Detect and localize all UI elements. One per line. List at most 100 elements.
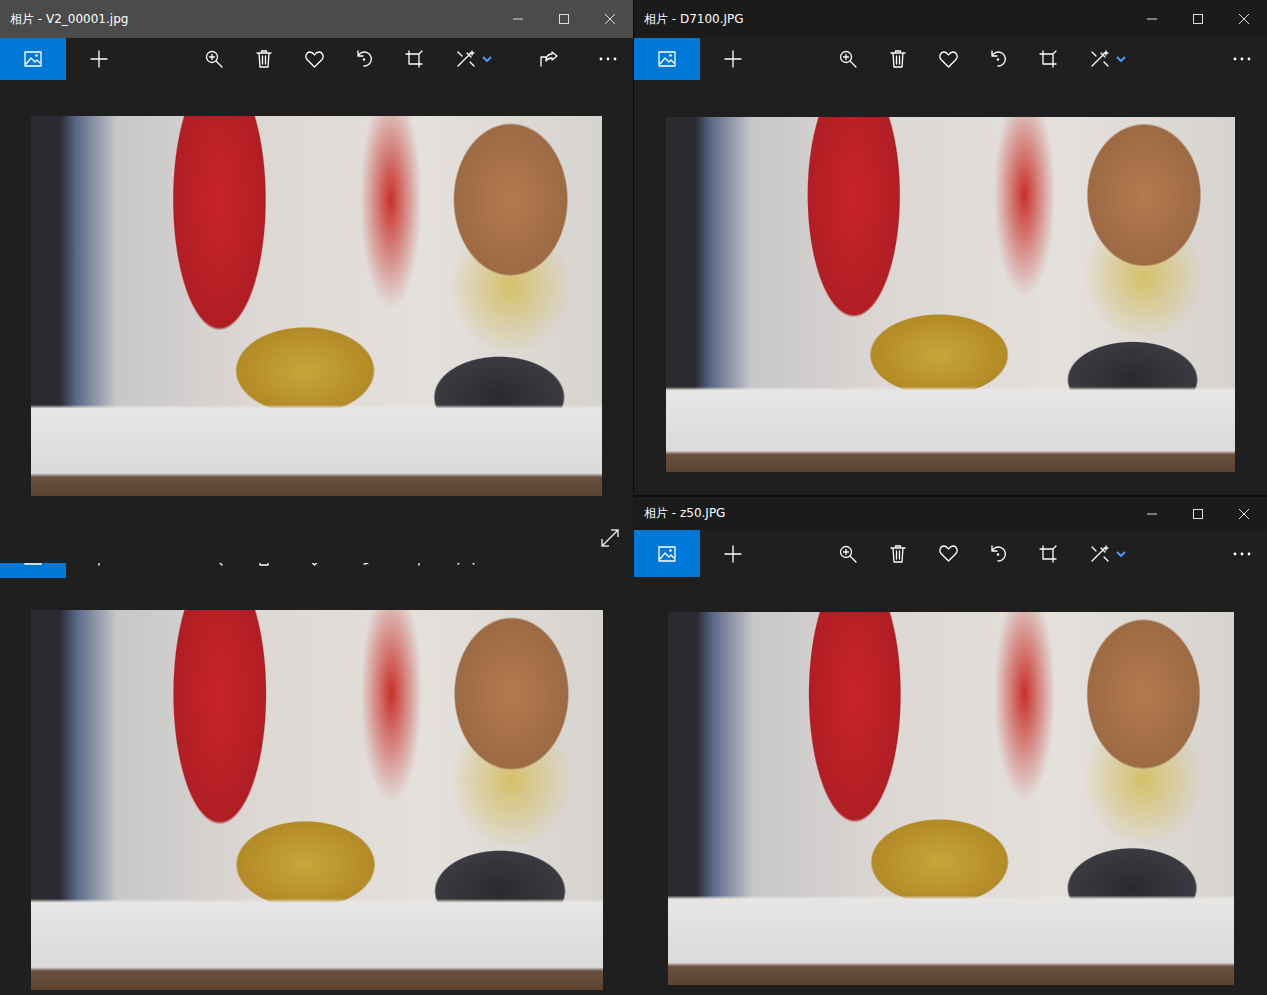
photo-view: [634, 80, 1267, 495]
photo-view: [0, 578, 634, 995]
heart-icon: [939, 51, 958, 68]
close-icon: [605, 14, 615, 24]
chevron-icon: [482, 55, 492, 63]
minimize-icon: [1147, 14, 1157, 24]
maximize-button[interactable]: [1175, 497, 1221, 530]
more-button[interactable]: [583, 38, 633, 80]
rotate-button[interactable]: [973, 38, 1023, 80]
favorite-button[interactable]: [923, 530, 973, 577]
plus-icon: [724, 50, 742, 68]
photo-view: [0, 80, 633, 563]
minimize-button[interactable]: [495, 0, 541, 38]
window-title: 相片 - z50.JPG: [634, 505, 1129, 522]
close-icon: [1239, 509, 1249, 519]
add-button[interactable]: [700, 530, 766, 577]
more-button[interactable]: [1217, 38, 1267, 80]
maximize-icon: [1193, 14, 1203, 24]
toolbar: [0, 38, 633, 80]
crop-icon: [1039, 545, 1057, 563]
more-icon: [599, 57, 617, 61]
window-title: 相片 - V2_00001.jpg: [0, 11, 495, 28]
maximize-icon: [559, 14, 569, 24]
favorite-button[interactable]: [289, 38, 339, 80]
minimize-button[interactable]: [1129, 497, 1175, 530]
collection-button[interactable]: [634, 38, 700, 80]
rotate-icon: [989, 50, 1007, 68]
delete-button[interactable]: [873, 38, 923, 80]
title-bar[interactable]: 相片 - D7100.JPG: [634, 0, 1267, 38]
photos-window: [0, 498, 634, 995]
edit-button[interactable]: [1073, 530, 1143, 577]
close-icon: [1239, 14, 1249, 24]
rotate-button[interactable]: [973, 530, 1023, 577]
collection-button[interactable]: [0, 38, 66, 80]
photos-window: 相片 - V2_00001.jpg: [0, 0, 633, 563]
photo[interactable]: [31, 610, 603, 990]
photo[interactable]: [668, 612, 1234, 985]
rotate-icon: [989, 545, 1007, 563]
zoom-icon: [205, 50, 223, 68]
crop-button[interactable]: [1023, 38, 1073, 80]
edit-icon: [1090, 50, 1110, 68]
image-icon: [658, 546, 676, 562]
crop-button[interactable]: [389, 38, 439, 80]
image-icon: [658, 51, 676, 67]
collection-button[interactable]: [634, 530, 700, 577]
photo[interactable]: [666, 117, 1235, 472]
minimize-button[interactable]: [1129, 0, 1175, 38]
more-icon: [1233, 57, 1251, 61]
delete-button[interactable]: [873, 530, 923, 577]
maximize-icon: [1193, 509, 1203, 519]
photos-window: 相片 - z50.JPG: [634, 497, 1267, 995]
trash-icon: [890, 545, 906, 563]
edit-button[interactable]: [1073, 38, 1143, 80]
zoom-icon: [839, 545, 857, 563]
edit-icon: [1090, 545, 1110, 563]
toolbar: [634, 530, 1267, 577]
edit-icon: [456, 50, 476, 68]
zoom-button[interactable]: [823, 38, 873, 80]
close-button[interactable]: [1221, 497, 1267, 530]
expand-icon: [599, 527, 621, 549]
minimize-icon: [1147, 509, 1157, 519]
zoom-icon: [839, 50, 857, 68]
crop-button[interactable]: [1023, 530, 1073, 577]
expand-button[interactable]: [599, 527, 621, 549]
minimize-icon: [513, 14, 523, 24]
heart-icon: [305, 51, 324, 68]
maximize-button[interactable]: [1175, 0, 1221, 38]
crop-icon: [405, 50, 423, 68]
close-button[interactable]: [587, 0, 633, 38]
edit-button[interactable]: [439, 38, 509, 80]
chevron-icon: [1116, 550, 1126, 558]
trash-icon: [890, 50, 906, 68]
trash-icon: [256, 50, 272, 68]
plus-icon: [90, 50, 108, 68]
share-button[interactable]: [524, 38, 574, 80]
zoom-button[interactable]: [189, 38, 239, 80]
close-button[interactable]: [1221, 0, 1267, 38]
photo[interactable]: [31, 116, 602, 496]
crop-icon: [1039, 50, 1057, 68]
favorite-button[interactable]: [923, 38, 973, 80]
image-icon: [24, 51, 42, 67]
window-title: 相片 - D7100.JPG: [634, 11, 1129, 28]
photo-view: [634, 577, 1267, 995]
delete-button[interactable]: [239, 38, 289, 80]
add-button[interactable]: [700, 38, 766, 80]
more-icon: [1233, 552, 1251, 556]
chevron-icon: [1116, 55, 1126, 63]
photos-window: 相片 - D7100.JPG: [634, 0, 1267, 495]
rotate-icon: [355, 50, 373, 68]
rotate-button[interactable]: [339, 38, 389, 80]
share-icon: [540, 51, 558, 67]
heart-icon: [939, 545, 958, 562]
more-button[interactable]: [1217, 530, 1267, 577]
toolbar: [634, 38, 1267, 80]
zoom-button[interactable]: [823, 530, 873, 577]
maximize-button[interactable]: [541, 0, 587, 38]
title-bar[interactable]: 相片 - z50.JPG: [634, 497, 1267, 530]
plus-icon: [724, 545, 742, 563]
add-button[interactable]: [66, 38, 132, 80]
title-bar[interactable]: 相片 - V2_00001.jpg: [0, 0, 633, 38]
